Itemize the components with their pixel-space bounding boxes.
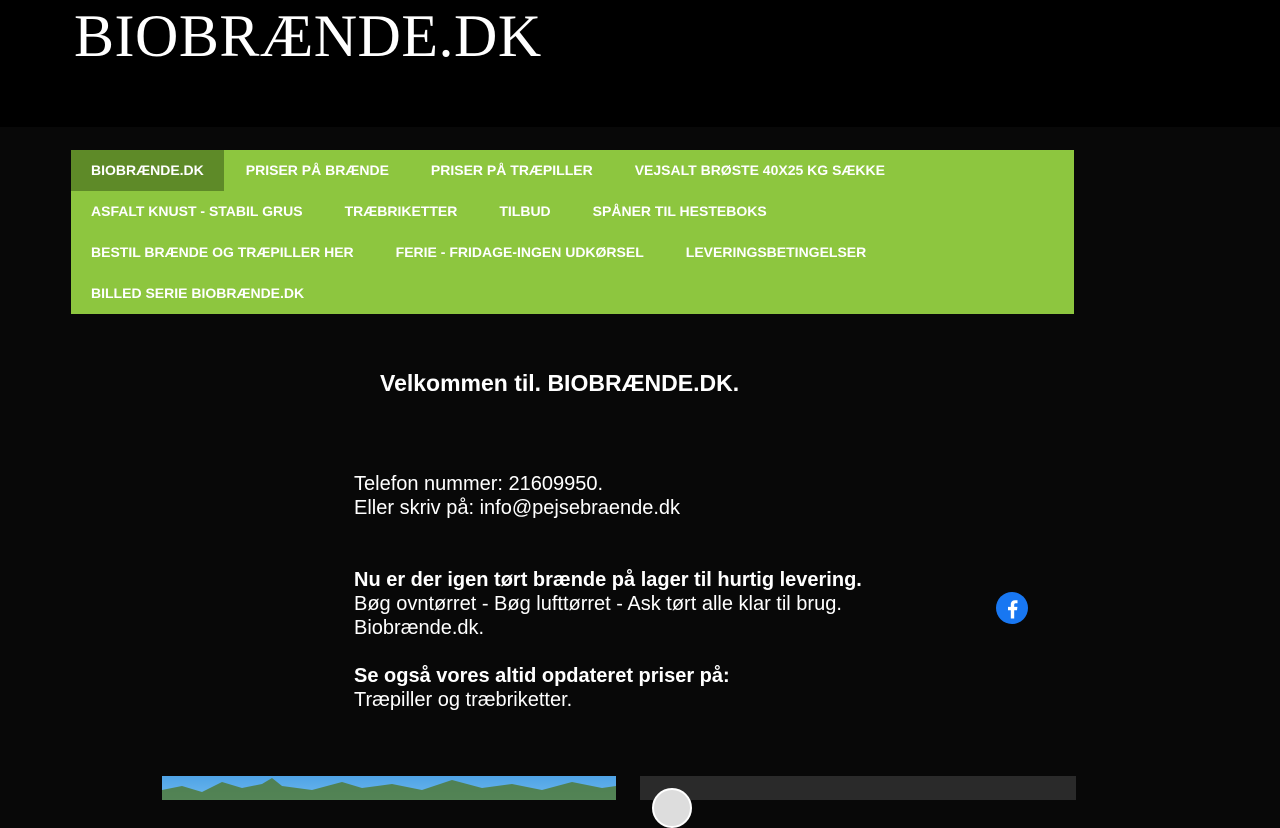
nav-item-biobraende[interactable]: BIOBRÆNDE.DK <box>71 150 224 191</box>
prices-block: Se også vores altid opdateret priser på:… <box>354 664 914 712</box>
photo-banner <box>162 776 616 800</box>
nav-item-leveringsbetingelser[interactable]: LEVERINGSBETINGELSER <box>666 232 886 273</box>
nav-row-3: BESTIL BRÆNDE OG TRÆPILLER HER FERIE - F… <box>71 232 888 273</box>
prices-items: Træpiller og træbriketter. <box>354 689 573 711</box>
nav-item-bestil[interactable]: BESTIL BRÆNDE OG TRÆPILLER HER <box>71 232 374 273</box>
stock-headline: Nu er der igen tørt brænde på lager til … <box>354 569 862 591</box>
main-navigation: BIOBRÆNDE.DK PRISER PÅ BRÆNDE PRISER PÅ … <box>71 150 1074 314</box>
nav-item-vejsalt[interactable]: VEJSALT BRØSTE 40X25 KG SÆKKE <box>615 150 905 191</box>
facebook-icon[interactable] <box>996 592 1028 624</box>
nav-row-1: BIOBRÆNDE.DK PRISER PÅ BRÆNDE PRISER PÅ … <box>71 150 907 191</box>
phone-text: Telefon nummer: 21609950. <box>354 473 604 495</box>
nav-item-tilbud[interactable]: TILBUD <box>479 191 570 232</box>
site-title[interactable]: BIOBRÆNDE.DK <box>74 4 542 68</box>
email-text: Eller skriv på: info@pejsebraende.dk <box>354 497 681 519</box>
nav-item-priser-braende[interactable]: PRISER PÅ BRÆNDE <box>226 150 409 191</box>
avatar[interactable] <box>652 788 692 828</box>
nav-row-4: BILLED SERIE BIOBRÆNDE.DK <box>71 273 326 314</box>
nav-item-ferie[interactable]: FERIE - FRIDAGE-INGEN UDKØRSEL <box>376 232 664 273</box>
nav-item-asfalt[interactable]: ASFALT KNUST - STABIL GRUS <box>71 191 323 232</box>
prices-headline: Se også vores altid opdateret priser på: <box>354 665 730 687</box>
social-feed-widget <box>640 776 1076 828</box>
stock-block: Nu er der igen tørt brænde på lager til … <box>354 568 914 640</box>
welcome-heading: Velkommen til. BIOBRÆNDE.DK. <box>380 370 740 396</box>
nav-item-billed-serie[interactable]: BILLED SERIE BIOBRÆNDE.DK <box>71 273 324 314</box>
contact-block: Telefon nummer: 21609950. Eller skriv på… <box>354 472 914 520</box>
stock-sign: Biobrænde.dk. <box>354 617 485 639</box>
site-header: BIOBRÆNDE.DK <box>0 0 1280 127</box>
nav-item-priser-traepiller[interactable]: PRISER PÅ TRÆPILLER <box>411 150 613 191</box>
nav-item-spaaner[interactable]: SPÅNER TIL HESTEBOKS <box>573 191 787 232</box>
nav-row-2: ASFALT KNUST - STABIL GRUS TRÆBRIKETTER … <box>71 191 789 232</box>
nav-item-traebriketter[interactable]: TRÆBRIKETTER <box>325 191 478 232</box>
stock-types: Bøg ovntørret - Bøg lufttørret - Ask tør… <box>354 593 842 615</box>
